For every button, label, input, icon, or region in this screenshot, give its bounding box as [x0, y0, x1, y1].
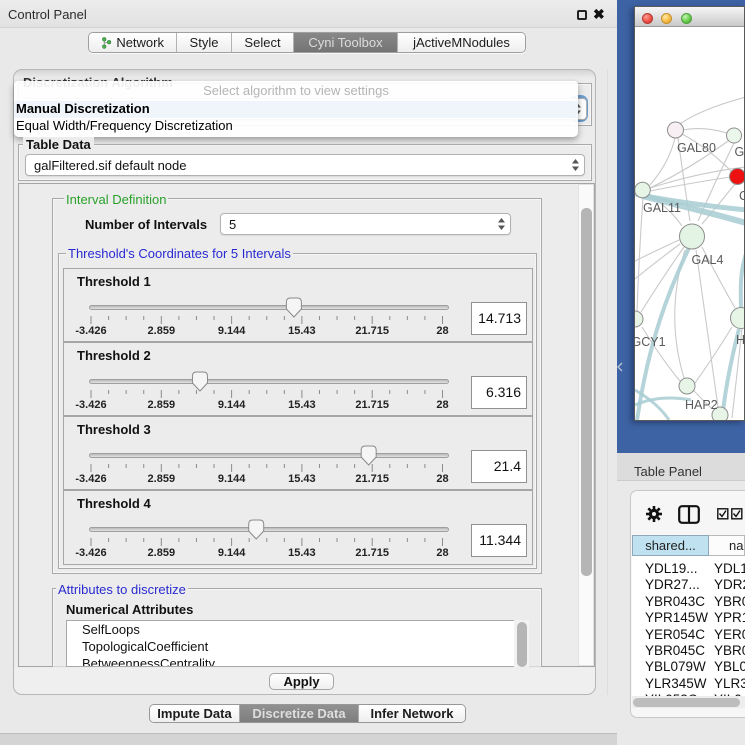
- svg-text:C: C: [739, 189, 744, 203]
- svg-text:GAL4: GAL4: [692, 253, 724, 267]
- svg-text:HAP2: HAP2: [685, 398, 718, 412]
- svg-text:GA: GA: [735, 145, 745, 159]
- svg-text:GAL11: GAL11: [643, 201, 681, 215]
- svg-text:H: H: [736, 333, 744, 347]
- svg-text:GAL80: GAL80: [677, 141, 716, 155]
- svg-text:GCY1: GCY1: [635, 335, 666, 349]
